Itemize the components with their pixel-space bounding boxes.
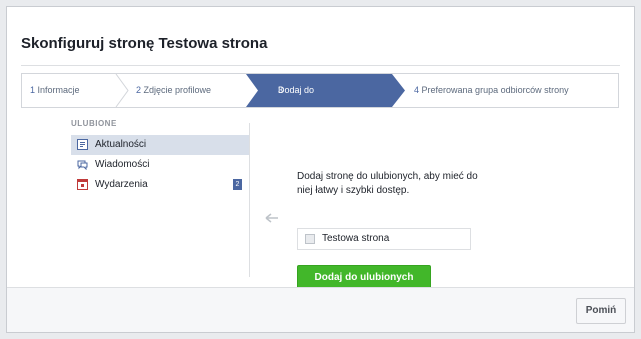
title-divider: [21, 65, 620, 66]
sidebar-item-label: Wiadomości: [95, 159, 150, 170]
page-icon: [305, 234, 315, 244]
active-step-shape: [246, 74, 405, 107]
setup-dialog: Skonfiguruj stronę Testowa strona 1 Info…: [6, 6, 635, 333]
step-dodaj-do-ulubionych[interactable]: 3 Dodaj do ulubionych: [246, 74, 406, 107]
steps-bar: 1 Informacje 2 Zdjęcie profilowe 3 Dodaj…: [21, 73, 619, 108]
arrow-left-icon: [265, 213, 279, 223]
news-feed-icon: [77, 139, 88, 150]
step-label[interactable]: Informacje: [38, 85, 80, 95]
step-number: 2: [136, 85, 142, 95]
calendar-icon: [77, 179, 88, 190]
sidebar-item-aktualnosci[interactable]: Aktualności: [71, 135, 249, 155]
step-label[interactable]: Preferowana grupa odbiorców strony: [422, 85, 569, 95]
messages-icon: [77, 159, 88, 171]
sidebar-item-label: Wydarzenia: [95, 179, 148, 190]
step-number: 1: [30, 85, 36, 95]
events-count-badge: 2: [233, 179, 242, 190]
favorites-header: ULUBIONE: [71, 119, 117, 128]
dialog-title: Skonfiguruj stronę Testowa strona: [21, 35, 268, 52]
sidebar-item-wiadomosci[interactable]: Wiadomości: [71, 155, 249, 175]
skip-button[interactable]: Pomiń: [576, 298, 626, 324]
page-name: Testowa strona: [322, 233, 390, 244]
sidebar-item-label: Aktualności: [95, 139, 147, 150]
step-preferowana-grupa[interactable]: 4 Preferowana grupa odbiorców strony: [414, 74, 569, 107]
step-number: 4: [414, 85, 420, 95]
page-preview: Testowa strona: [297, 228, 471, 250]
sidebar-divider: [249, 123, 250, 277]
step-informacje[interactable]: 1 Informacje: [30, 74, 80, 107]
step-label[interactable]: Zdjęcie profilowe: [144, 85, 212, 95]
step-separator-icon: [115, 74, 129, 107]
sidebar-item-wydarzenia[interactable]: Wydarzenia 2: [71, 175, 249, 195]
step-zdjecie-profilowe[interactable]: 2 Zdjęcie profilowe: [136, 74, 211, 107]
favorites-description: Dodaj stronę do ulubionych, aby mieć do …: [297, 171, 478, 196]
dialog-footer: Pomiń: [7, 287, 634, 332]
step-label[interactable]: Dodaj do ulubionych: [278, 74, 321, 107]
